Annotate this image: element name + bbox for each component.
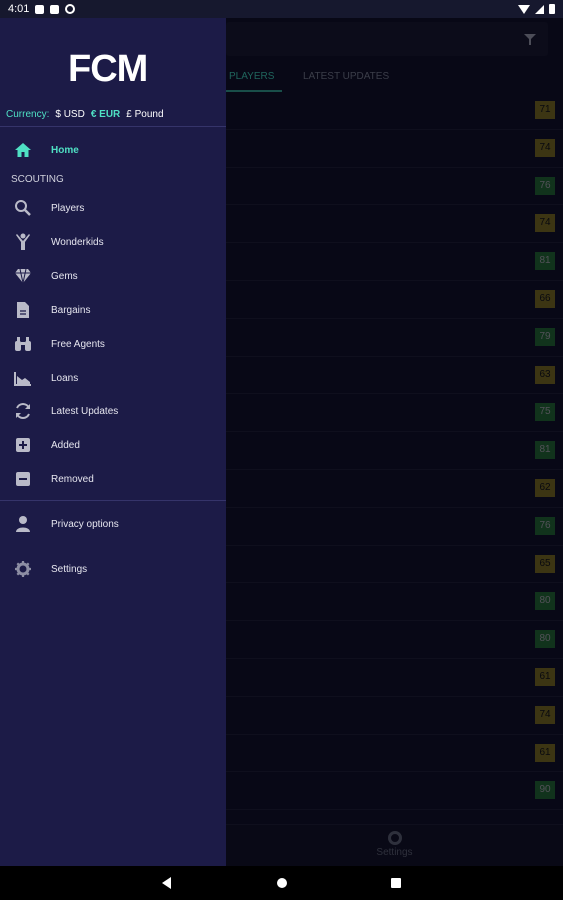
currency-selector: Currency: $ USD € EUR £ Pound [6, 109, 164, 120]
navigation-drawer: FCM Currency: $ USD € EUR £ Pound Home S… [0, 18, 226, 866]
nav-item-home[interactable]: Home [0, 135, 226, 165]
nav-item-privacy-options-label: Privacy options [51, 518, 119, 530]
nav-item-removed-label: Removed [51, 473, 94, 485]
signal-icon [535, 4, 544, 14]
document-icon [14, 301, 32, 319]
divider [0, 126, 226, 127]
nav-item-added[interactable]: Added [0, 430, 226, 460]
nav-item-removed[interactable]: Removed [0, 464, 226, 494]
divider [0, 500, 226, 501]
plus-box-icon [14, 436, 32, 454]
nav-item-settings[interactable]: Settings [0, 554, 226, 584]
nav-item-bargains[interactable]: Bargains [0, 295, 226, 325]
nav-item-home-label: Home [51, 144, 79, 156]
binoculars-icon [14, 335, 32, 353]
nav-item-bargains-label: Bargains [51, 304, 91, 316]
currency-pound[interactable]: £ Pound [126, 109, 163, 120]
diamond-icon [14, 267, 32, 285]
currency-eur[interactable]: € EUR [91, 109, 120, 120]
back-button-icon[interactable] [162, 877, 171, 889]
nav-item-added-label: Added [51, 439, 80, 451]
section-title-scouting: SCOUTING [11, 174, 64, 185]
app-logo: FCM [68, 48, 148, 90]
minus-box-icon [14, 470, 32, 488]
nav-item-free-agents[interactable]: Free Agents [0, 329, 226, 359]
nav-item-players-label: Players [51, 202, 85, 214]
sd-card-icon [50, 4, 60, 14]
notification-icon [35, 4, 45, 14]
sync-icon [65, 4, 76, 14]
recent-apps-button-icon[interactable] [391, 878, 401, 888]
status-time: 4:01 [8, 3, 30, 15]
refresh-icon [14, 402, 32, 420]
nav-item-free-agents-label: Free Agents [51, 338, 105, 350]
nav-item-wonderkids-label: Wonderkids [51, 236, 104, 248]
nav-item-privacy-options[interactable]: Privacy options [0, 509, 226, 539]
nav-item-latest-updates-label: Latest Updates [51, 405, 119, 417]
battery-icon [549, 4, 555, 14]
currency-label: Currency: [6, 109, 50, 120]
person-icon [14, 515, 32, 533]
nav-item-players[interactable]: Players [0, 193, 226, 223]
nav-item-gems-label: Gems [51, 270, 78, 282]
status-bar: 4:01 [0, 0, 563, 18]
search-icon [14, 199, 32, 217]
home-icon [14, 141, 32, 159]
child-icon [14, 233, 32, 251]
nav-item-settings-label: Settings [51, 563, 88, 575]
chart-icon [14, 369, 32, 387]
nav-item-loans-label: Loans [51, 372, 79, 384]
currency-usd[interactable]: $ USD [55, 109, 84, 120]
wifi-icon [518, 4, 530, 14]
nav-item-wonderkids[interactable]: Wonderkids [0, 227, 226, 257]
gear-icon [14, 560, 32, 578]
home-button-icon[interactable] [277, 878, 287, 888]
nav-item-gems[interactable]: Gems [0, 261, 226, 291]
system-navigation-bar [0, 866, 563, 900]
nav-item-loans[interactable]: Loans [0, 363, 226, 393]
nav-item-latest-updates[interactable]: Latest Updates [0, 396, 226, 426]
